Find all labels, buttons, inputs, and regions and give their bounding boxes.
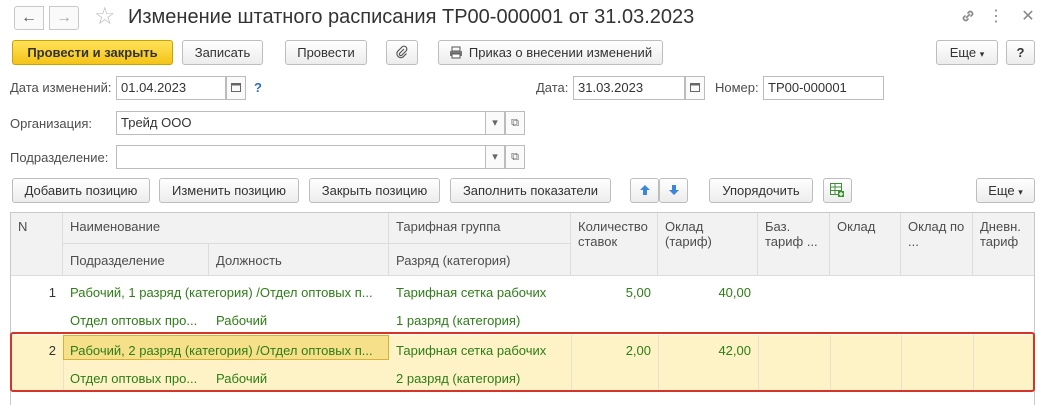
title-bar: ← → ☆ Изменение штатного расписания ТР00…	[0, 0, 1048, 36]
menu-icon[interactable]: ⋮	[986, 8, 1006, 26]
open-icon[interactable]: ⧉	[505, 111, 525, 135]
header-position[interactable]: Должность	[209, 244, 389, 276]
number-field[interactable]: ТР00-000001	[763, 76, 884, 100]
change-order-button[interactable]: Приказ о внесении изменений	[438, 40, 663, 65]
post-button[interactable]: Провести	[285, 40, 367, 65]
header-tariff-group[interactable]: Тарифная группа	[389, 213, 571, 244]
header-salary-2[interactable]: Оклад	[830, 213, 901, 276]
printer-icon	[449, 41, 463, 64]
header-name[interactable]: Наименование	[63, 213, 389, 244]
window-title: Изменение штатного расписания ТР00-00000…	[128, 6, 695, 28]
more-label: Еще	[949, 45, 977, 60]
more-button[interactable]: Еще ▾	[936, 40, 998, 65]
sort-button[interactable]: Упорядочить	[709, 178, 813, 203]
fill-indicators-button[interactable]: Заполнить показатели	[450, 178, 611, 203]
chevron-down-icon: ▾	[1018, 187, 1023, 197]
help-button[interactable]: ?	[1006, 40, 1035, 65]
row-tariff-group[interactable]: Тарифная сетка рабочих	[389, 284, 571, 302]
move-down-icon[interactable]	[659, 178, 688, 203]
paperclip-icon	[395, 45, 409, 60]
favorite-star-icon[interactable]: ☆	[94, 3, 116, 31]
calendar-icon[interactable]	[226, 76, 246, 100]
highlight-frame	[10, 332, 1035, 392]
add-row-table-icon[interactable]	[823, 178, 852, 203]
chevron-down-icon: ▾	[979, 49, 985, 59]
table-more-label: Еще	[988, 183, 1015, 198]
row-grade[interactable]: 1 разряд (категория)	[389, 312, 571, 330]
header-salary[interactable]: Оклад (тариф)	[658, 213, 758, 276]
header-n[interactable]: N	[11, 213, 63, 276]
post-and-close-button[interactable]: Провести и закрыть	[12, 40, 173, 65]
link-icon[interactable]	[958, 8, 978, 29]
organization-field[interactable]: Трейд ООО	[116, 111, 486, 135]
dropdown-icon[interactable]: ▾	[485, 145, 505, 169]
header-rates[interactable]: Количество ставок	[571, 213, 658, 276]
row-rates[interactable]: 5,00	[571, 284, 658, 302]
header-base-tariff[interactable]: Баз. тариф ...	[758, 213, 830, 276]
row-number: 1	[48, 285, 56, 300]
row-name[interactable]: Рабочий, 1 разряд (категория) /Отдел опт…	[63, 284, 389, 302]
forward-button[interactable]: →	[49, 6, 79, 30]
move-up-icon[interactable]	[630, 178, 659, 203]
add-position-button[interactable]: Добавить позицию	[12, 178, 150, 203]
row-salary[interactable]: 40,00	[658, 284, 758, 302]
header-grade[interactable]: Разряд (категория)	[389, 244, 571, 276]
header-salary-by[interactable]: Оклад по ...	[901, 213, 973, 276]
change-position-button[interactable]: Изменить позицию	[159, 178, 299, 203]
change-date-label: Дата изменений:	[10, 80, 112, 95]
date-field[interactable]: 31.03.2023	[573, 76, 685, 100]
row-department[interactable]: Отдел оптовых про...	[63, 312, 209, 330]
change-date-field[interactable]: 01.04.2023	[116, 76, 226, 100]
change-order-label: Приказ о внесении изменений	[468, 45, 653, 60]
number-label: Номер:	[715, 80, 759, 95]
date-label: Дата:	[536, 80, 569, 95]
department-field[interactable]	[116, 145, 486, 169]
header-daily-tariff[interactable]: Дневн. тариф	[973, 213, 1034, 276]
close-position-button[interactable]: Закрыть позицию	[309, 178, 440, 203]
back-button[interactable]: ←	[14, 6, 44, 30]
table-more-button[interactable]: Еще ▾	[976, 178, 1035, 203]
organization-label: Организация:	[10, 116, 93, 131]
attach-button[interactable]	[386, 40, 418, 65]
department-label: Подразделение:	[10, 150, 109, 165]
row-position[interactable]: Рабочий	[209, 312, 389, 330]
close-icon[interactable]: ✕	[1018, 8, 1038, 26]
dropdown-icon[interactable]: ▾	[485, 111, 505, 135]
calendar-icon[interactable]	[685, 76, 705, 100]
save-button[interactable]: Записать	[182, 40, 263, 65]
open-icon[interactable]: ⧉	[505, 145, 525, 169]
help-question-icon[interactable]: ?	[254, 80, 262, 95]
header-department[interactable]: Подразделение	[63, 244, 209, 276]
